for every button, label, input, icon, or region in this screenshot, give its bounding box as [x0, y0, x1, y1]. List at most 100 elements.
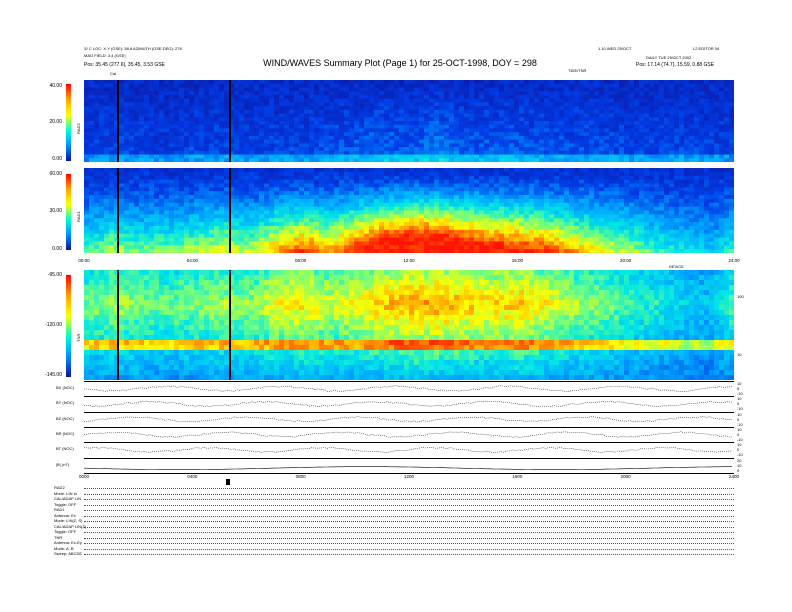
rad2-cell [294, 117, 300, 122]
rad1-cell [214, 214, 220, 219]
rad1-cell [354, 171, 360, 177]
rad1-cell [169, 237, 175, 243]
rad1-cell [109, 191, 115, 196]
rad2-cell [589, 128, 595, 133]
rad2-cell [204, 98, 210, 103]
rad2-cell [359, 91, 365, 96]
rad1-cell [334, 206, 340, 212]
rad2-cell [174, 132, 180, 137]
rad2-cell [484, 128, 490, 133]
rad2-cell [704, 106, 710, 111]
rad1-cell [479, 202, 485, 208]
rad2-cell [439, 106, 445, 111]
rad1-cell [429, 171, 435, 177]
rad2-cell [219, 121, 225, 126]
rad1-cell [179, 210, 185, 215]
rad2-cell [649, 98, 655, 103]
rad2-cell [549, 83, 555, 89]
rad1-cell [519, 168, 525, 173]
rad1-cell [404, 179, 410, 185]
rad2-cell [454, 91, 460, 96]
rad2-cell [289, 121, 295, 126]
rad2-cell [219, 143, 225, 148]
rad2-cell [329, 113, 335, 118]
rad2-cell [719, 102, 725, 107]
header-info-right-3: DAILY TUE 29/OCT 2002 [646, 55, 692, 60]
rad1-cell [214, 168, 220, 173]
rad1-cell [324, 225, 330, 231]
rad1-cell [244, 225, 250, 231]
rad2-cell [124, 128, 130, 133]
rad1-cell [414, 237, 420, 243]
rad1-cell [154, 175, 160, 181]
rad2-cell [179, 121, 185, 126]
rad1-cell [544, 171, 550, 177]
rad2-cell [504, 102, 510, 107]
rad2-cell [214, 94, 220, 100]
rad2-cell [234, 132, 240, 137]
rad2-cell [154, 150, 160, 156]
rad1-cell [204, 183, 210, 188]
rad1-cell [234, 233, 240, 239]
rad1-cell [469, 225, 475, 231]
rad2-cell [674, 147, 680, 152]
rad1-cell [539, 187, 545, 192]
rad1-cell [394, 225, 400, 231]
rad1-cell [449, 218, 455, 223]
rad1-cell [439, 214, 445, 219]
rad2-cell [314, 113, 320, 118]
rad2-cell [109, 135, 115, 141]
rad2-cell [254, 94, 260, 100]
rad2-cell [159, 154, 165, 159]
rad2-cell [579, 128, 585, 133]
rad1-cell [194, 202, 200, 208]
rad2-cell [199, 139, 205, 144]
rad2-cell [634, 94, 640, 100]
rad2-cell [489, 135, 495, 141]
rad2-cell [104, 128, 110, 133]
rad1-cell [544, 198, 550, 204]
rad1-cell [189, 210, 195, 215]
rad1-cell [254, 183, 260, 188]
rad2-cell [449, 128, 455, 133]
rad1-cell [414, 191, 420, 196]
rad1-cell [194, 245, 200, 250]
rad2-cell [254, 121, 260, 126]
rad1-cell [289, 241, 295, 246]
rad1-cell [489, 183, 495, 188]
rad2-cell [549, 128, 555, 133]
rad2-cell [239, 158, 245, 162]
rad1-cell [159, 171, 165, 177]
rad1-cell [209, 179, 215, 185]
rad2-cell [124, 158, 130, 162]
rad2-cell [654, 135, 660, 141]
rad2-cell [644, 147, 650, 152]
rad2-cell [649, 135, 655, 141]
rad1-cell [194, 187, 200, 192]
rad2-cell [354, 91, 360, 96]
rad1-cell [504, 175, 510, 181]
rad2-cell [99, 106, 105, 111]
rad2-cell [669, 121, 675, 126]
rad1-cell [494, 245, 500, 250]
rad1-cell [404, 249, 410, 253]
rad2-cell [314, 121, 320, 126]
rad2-cell [214, 98, 220, 103]
rad1-cell [479, 179, 485, 185]
rad1-cell [94, 191, 100, 196]
rad1-cell [149, 183, 155, 188]
rad1-cell [369, 171, 375, 177]
rad1-cell [169, 229, 175, 235]
rad2-cell [169, 121, 175, 126]
rad1-cell [164, 171, 170, 177]
rad2-cell [499, 124, 505, 130]
rad1-cell [264, 206, 270, 212]
rad1-cell [84, 249, 90, 253]
rad1-cell [319, 214, 325, 219]
rad1-cell [154, 237, 160, 243]
rad1-cell [154, 179, 160, 185]
rad1-cell [289, 168, 295, 173]
rad2-cell [404, 124, 410, 130]
rad2-cell [299, 83, 305, 89]
rad1-cell [449, 222, 455, 227]
